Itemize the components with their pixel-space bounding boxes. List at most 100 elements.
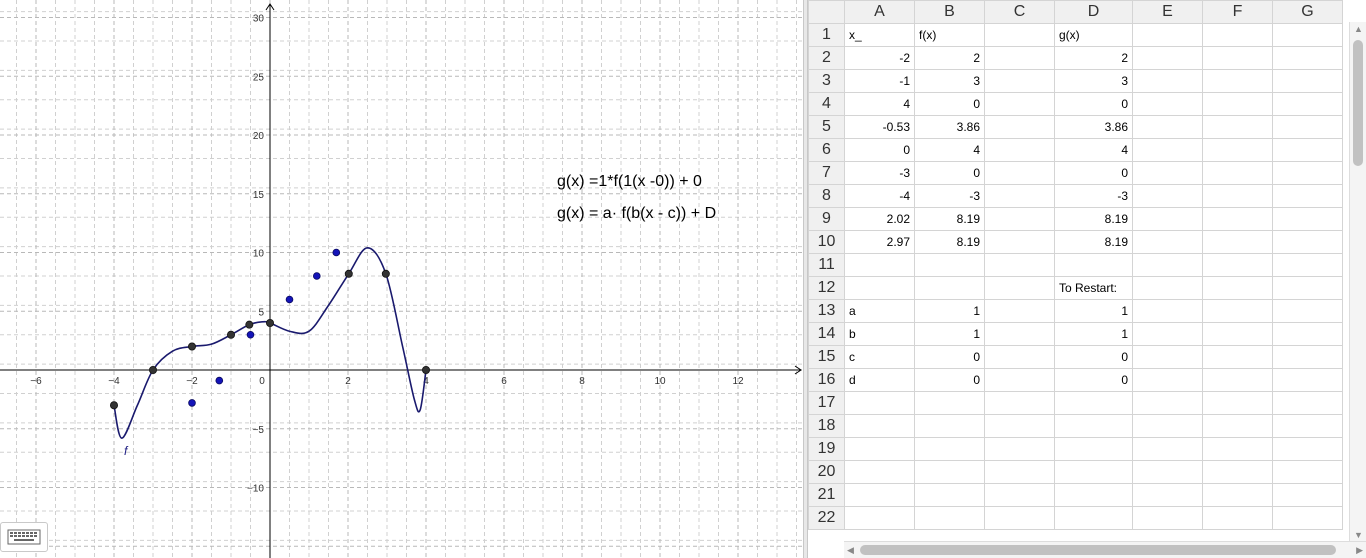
cell-c10[interactable] <box>984 230 1055 254</box>
cell-e22[interactable] <box>1132 506 1203 530</box>
blue-point[interactable] <box>285 295 294 304</box>
cell-f22[interactable] <box>1202 506 1273 530</box>
row-header[interactable]: 16 <box>808 368 845 392</box>
cell-e4[interactable] <box>1132 92 1203 116</box>
cell-g19[interactable] <box>1272 437 1343 461</box>
row-header[interactable]: 21 <box>808 483 845 507</box>
cell-f4[interactable] <box>1202 92 1273 116</box>
cell-f16[interactable] <box>1202 368 1273 392</box>
scroll-up-arrow-icon[interactable]: ▲ <box>1354 24 1363 34</box>
black-point[interactable] <box>187 342 196 351</box>
cell-c15[interactable] <box>984 345 1055 369</box>
column-header-d[interactable]: D <box>1054 0 1133 24</box>
cell-c12[interactable] <box>984 276 1055 300</box>
cell-c2[interactable] <box>984 46 1055 70</box>
cell-e16[interactable] <box>1132 368 1203 392</box>
cell-a21[interactable] <box>844 483 915 507</box>
cell-c8[interactable] <box>984 184 1055 208</box>
cell-f20[interactable] <box>1202 460 1273 484</box>
column-header-a[interactable]: A <box>844 0 915 24</box>
cell-b4[interactable]: 0 <box>914 92 985 116</box>
blue-point[interactable] <box>188 399 196 407</box>
cell-d18[interactable] <box>1054 414 1133 438</box>
blue-point[interactable] <box>312 272 321 280</box>
cell-d14[interactable]: 1 <box>1054 322 1133 346</box>
cell-g1[interactable] <box>1272 23 1343 47</box>
cell-a19[interactable] <box>844 437 915 461</box>
cell-a9[interactable]: 2.02 <box>844 207 915 231</box>
cell-b9[interactable]: 8.19 <box>914 207 985 231</box>
cell-d22[interactable] <box>1054 506 1133 530</box>
cell-f10[interactable] <box>1202 230 1273 254</box>
cell-b22[interactable] <box>914 506 985 530</box>
cell-c20[interactable] <box>984 460 1055 484</box>
cell-a16[interactable]: d <box>844 368 915 392</box>
row-header[interactable]: 11 <box>808 253 845 277</box>
cell-e20[interactable] <box>1132 460 1203 484</box>
cell-g17[interactable] <box>1272 391 1343 415</box>
cell-a4[interactable]: 4 <box>844 92 915 116</box>
cell-g2[interactable] <box>1272 46 1343 70</box>
cell-g6[interactable] <box>1272 138 1343 162</box>
row-header[interactable]: 6 <box>808 138 845 162</box>
cell-a14[interactable]: b <box>844 322 915 346</box>
cell-c18[interactable] <box>984 414 1055 438</box>
column-header-f[interactable]: F <box>1202 0 1273 24</box>
black-point[interactable] <box>110 401 119 410</box>
formula-text-1[interactable]: g(x) =1*f(1(x -0)) + 0 <box>557 173 702 191</box>
cell-c16[interactable] <box>984 368 1055 392</box>
cell-f14[interactable] <box>1202 322 1273 346</box>
cell-f8[interactable] <box>1202 184 1273 208</box>
cell-a17[interactable] <box>844 391 915 415</box>
cell-g15[interactable] <box>1272 345 1343 369</box>
row-header[interactable]: 5 <box>808 115 845 139</box>
cell-e21[interactable] <box>1132 483 1203 507</box>
cell-g20[interactable] <box>1272 460 1343 484</box>
cell-e7[interactable] <box>1132 161 1203 185</box>
cell-b19[interactable] <box>914 437 985 461</box>
cell-e15[interactable] <box>1132 345 1203 369</box>
cell-e14[interactable] <box>1132 322 1203 346</box>
cell-b2[interactable]: 2 <box>914 46 985 70</box>
cell-g21[interactable] <box>1272 483 1343 507</box>
cell-f11[interactable] <box>1202 253 1273 277</box>
cell-g14[interactable] <box>1272 322 1343 346</box>
cell-d8[interactable]: -3 <box>1054 184 1133 208</box>
cell-g3[interactable] <box>1272 69 1343 93</box>
cell-d1[interactable]: g(x) <box>1054 23 1133 47</box>
cell-d20[interactable] <box>1054 460 1133 484</box>
cell-c19[interactable] <box>984 437 1055 461</box>
row-header[interactable]: 10 <box>808 230 845 254</box>
cell-e12[interactable] <box>1132 276 1203 300</box>
scroll-right-arrow-icon[interactable]: ▶ <box>1356 545 1363 555</box>
cell-a18[interactable] <box>844 414 915 438</box>
cell-d17[interactable] <box>1054 391 1133 415</box>
cell-b17[interactable] <box>914 391 985 415</box>
blue-point[interactable] <box>215 376 224 385</box>
row-header[interactable]: 4 <box>808 92 845 116</box>
cell-f2[interactable] <box>1202 46 1273 70</box>
cell-d16[interactable]: 0 <box>1054 368 1133 392</box>
cell-c5[interactable] <box>984 115 1055 139</box>
cell-b10[interactable]: 8.19 <box>914 230 985 254</box>
cell-d19[interactable] <box>1054 437 1133 461</box>
cell-b11[interactable] <box>914 253 985 277</box>
cell-f12[interactable] <box>1202 276 1273 300</box>
cell-b13[interactable]: 1 <box>914 299 985 323</box>
cell-c9[interactable] <box>984 207 1055 231</box>
cell-c13[interactable] <box>984 299 1055 323</box>
graphics-view[interactable]: −6 −4 −2 0 2 4 6 8 10 12 30 25 20 15 10 5 −5 −10 g(x) =1*… <box>0 0 805 558</box>
column-header-e[interactable]: E <box>1132 0 1203 24</box>
cell-c3[interactable] <box>984 69 1055 93</box>
black-point[interactable] <box>344 269 353 278</box>
cell-b21[interactable] <box>914 483 985 507</box>
cell-g22[interactable] <box>1272 506 1343 530</box>
horizontal-scrollbar[interactable]: ◀ ▶ <box>844 541 1366 558</box>
cell-b15[interactable]: 0 <box>914 345 985 369</box>
cell-f9[interactable] <box>1202 207 1273 231</box>
row-header[interactable]: 3 <box>808 69 845 93</box>
cell-g12[interactable] <box>1272 276 1343 300</box>
cell-c11[interactable] <box>984 253 1055 277</box>
cell-f18[interactable] <box>1202 414 1273 438</box>
cell-d10[interactable]: 8.19 <box>1054 230 1133 254</box>
